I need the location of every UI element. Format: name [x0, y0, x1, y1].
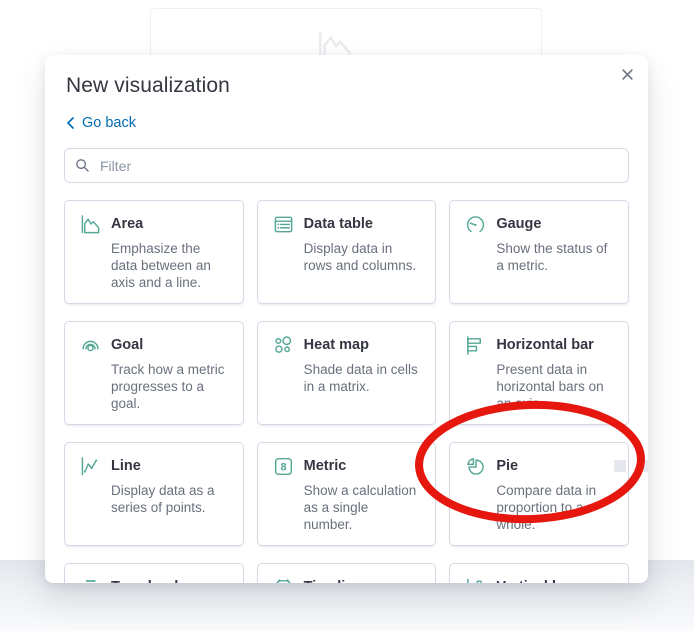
- chevron-left-icon: [67, 117, 74, 129]
- filter-field[interactable]: [64, 148, 629, 183]
- page-background: New visualization Go back Area Emphasize …: [0, 0, 694, 631]
- vis-card-header: Horizontal bar: [465, 334, 613, 356]
- vis-card-title: Timelion: [304, 578, 363, 583]
- vis-card-horizontal-bar[interactable]: Horizontal bar Present data in horizontal…: [449, 321, 629, 425]
- timelion-icon: [275, 578, 291, 583]
- vis-card-header: Data table: [273, 213, 421, 235]
- vertical-bar-icon: [467, 578, 483, 583]
- vis-card-header: Timelion: [273, 576, 421, 583]
- data-table-icon: [274, 216, 292, 232]
- vis-card-title: Gauge: [496, 216, 542, 232]
- vis-card-description: Compare data in proportion to a whole.: [496, 483, 597, 532]
- vis-card-vertical-bar[interactable]: Vertical barPresent data in vertical bar…: [449, 563, 629, 583]
- vis-card-header: Goal: [80, 334, 228, 356]
- vis-card-data-table[interactable]: Data table Display data in rows and colum…: [256, 200, 437, 304]
- new-visualization-modal: New visualization Go back Area Emphasize …: [45, 55, 648, 583]
- vis-card-title: Horizontal bar: [496, 337, 594, 353]
- filter-input[interactable]: [98, 156, 618, 175]
- vis-card-header: 8 Metric: [273, 455, 421, 477]
- vis-card-metric[interactable]: 8 Metric Show a calculation as a single nu…: [256, 442, 437, 546]
- vis-card-header: Area: [80, 213, 228, 235]
- horizontal-bar-icon: [467, 335, 482, 355]
- goal-icon: [82, 340, 99, 351]
- vis-card-header: Line: [80, 455, 228, 477]
- vis-card-title: Line: [111, 458, 141, 474]
- metric-icon: 8: [274, 457, 292, 475]
- vis-card-header: Gauge: [465, 213, 613, 235]
- search-icon: [76, 159, 89, 172]
- vis-card-description: Track how a metric progresses to a goal.: [111, 362, 225, 411]
- vis-card-title: Area: [111, 216, 144, 232]
- close-button[interactable]: [615, 62, 639, 86]
- vis-card-timelion[interactable]: TimelionShow time series data on a graph…: [256, 563, 437, 583]
- vis-card-header: Pie: [465, 455, 613, 477]
- vis-card-title: Data table: [303, 216, 373, 232]
- vis-card-description: Display data in rows and columns.: [303, 241, 417, 273]
- vis-card-title: Pie: [496, 458, 519, 474]
- vis-card-goal[interactable]: Goal Track how a metric progresses to a g…: [64, 321, 244, 425]
- go-back-label: Go back: [82, 115, 136, 131]
- vis-card-description: Show a calculation as a single number.: [303, 483, 417, 532]
- annotation-handle: [640, 460, 648, 472]
- go-back-link[interactable]: Go back: [66, 115, 136, 131]
- tag-cloud-icon: [82, 579, 99, 583]
- gauge-icon: [467, 215, 485, 232]
- vis-card-gauge[interactable]: Gauge Show the status of a metric.: [449, 200, 629, 304]
- vis-card-description: Present data in horizontal bars on an ax…: [496, 362, 604, 411]
- vis-card-description: Show the status of a metric.: [496, 241, 608, 273]
- vis-card-heat-map[interactable]: Heat map Shade data in cells in a matrix.: [256, 321, 437, 425]
- vis-card-title: Tag cloud: [111, 578, 178, 583]
- area-icon: [81, 214, 100, 233]
- annotation-handle: [614, 460, 626, 472]
- vis-card-header: Vertical bar: [465, 576, 613, 583]
- vis-card-tag-cloud[interactable]: Tag cloudDisplay word frequency with fon…: [64, 563, 244, 583]
- heat-map-icon: [274, 335, 291, 353]
- vis-card-title: Goal: [111, 337, 144, 353]
- vis-card-header: Tag cloud: [80, 576, 228, 583]
- modal-title: New visualization: [66, 74, 230, 97]
- vis-card-line[interactable]: Line Display data as a series of points.: [64, 442, 244, 546]
- close-icon: [621, 68, 633, 80]
- line-icon: [81, 456, 98, 475]
- vis-card-title: Metric: [303, 458, 347, 474]
- vis-card-header: Heat map: [273, 334, 421, 356]
- vis-card-description: Shade data in cells in a matrix.: [303, 362, 418, 394]
- vis-type-grid: Area Emphasize the data between an axis a…: [64, 200, 629, 583]
- vis-card-area[interactable]: Area Emphasize the data between an axis a…: [64, 200, 244, 304]
- vis-card-title: Heat map: [303, 337, 369, 353]
- svg-text:8: 8: [280, 461, 286, 473]
- pie-icon: [467, 457, 485, 475]
- vis-card-description: Display data as a series of points.: [111, 483, 215, 515]
- vis-card-title: Vertical bar: [496, 578, 574, 583]
- vis-card-pie[interactable]: Pie Compare data in proportion to a whole…: [449, 442, 629, 546]
- vis-card-description: Emphasize the data between an axis and a…: [111, 241, 211, 290]
